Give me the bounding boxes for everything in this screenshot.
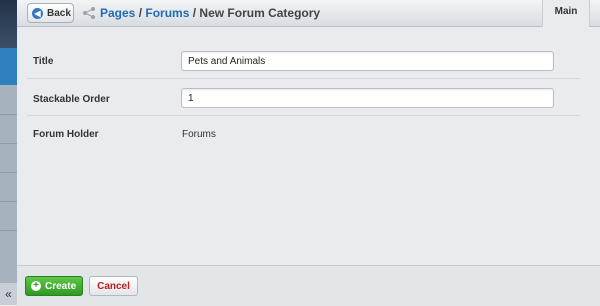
header: ◀ Back Pages / Forums / New Forum Catego… <box>17 0 600 27</box>
forum-holder-row: Forum Holder Forums <box>27 116 580 152</box>
rail-item[interactable] <box>0 202 17 231</box>
collapse-icon[interactable]: « <box>0 283 17 305</box>
back-label: Back <box>47 7 71 19</box>
stackable-order-label: Stackable Order <box>33 94 110 105</box>
plus-icon: + <box>31 281 41 291</box>
tab-main[interactable]: Main <box>542 0 590 27</box>
back-button[interactable]: ◀ Back <box>27 3 74 23</box>
footer-actions: + Create Cancel <box>17 265 600 306</box>
title-input[interactable] <box>181 51 554 71</box>
share-icon <box>83 7 95 19</box>
rail-item[interactable] <box>0 144 17 173</box>
forum-holder-label: Forum Holder <box>33 129 99 140</box>
cancel-label: Cancel <box>97 280 130 292</box>
breadcrumb-separator: / <box>135 6 146 20</box>
left-rail: « <box>0 0 17 305</box>
title-label: Title <box>33 56 54 67</box>
order-row: Stackable Order <box>27 79 580 116</box>
breadcrumb: Pages / Forums / New Forum Category <box>100 6 320 20</box>
title-row: Title <box>27 42 580 79</box>
breadcrumb-current: New Forum Category <box>199 6 321 20</box>
edit-form: Title Stackable Order Forum Holder Forum… <box>17 27 600 265</box>
back-arrow-icon: ◀ <box>32 7 43 19</box>
rail-top <box>0 0 17 48</box>
rail-item[interactable] <box>0 115 17 144</box>
breadcrumb-forums-link[interactable]: Forums <box>145 6 189 20</box>
rail-item[interactable] <box>0 86 17 115</box>
rail-item-active[interactable] <box>0 48 17 85</box>
breadcrumb-pages-link[interactable]: Pages <box>100 6 135 20</box>
stackable-order-input[interactable] <box>181 88 554 108</box>
forum-holder-value: Forums <box>182 129 216 140</box>
create-button[interactable]: + Create <box>25 276 83 296</box>
breadcrumb-separator: / <box>189 6 200 20</box>
rail-item[interactable] <box>0 173 17 202</box>
cancel-button[interactable]: Cancel <box>89 276 138 296</box>
create-label: Create <box>45 280 77 292</box>
